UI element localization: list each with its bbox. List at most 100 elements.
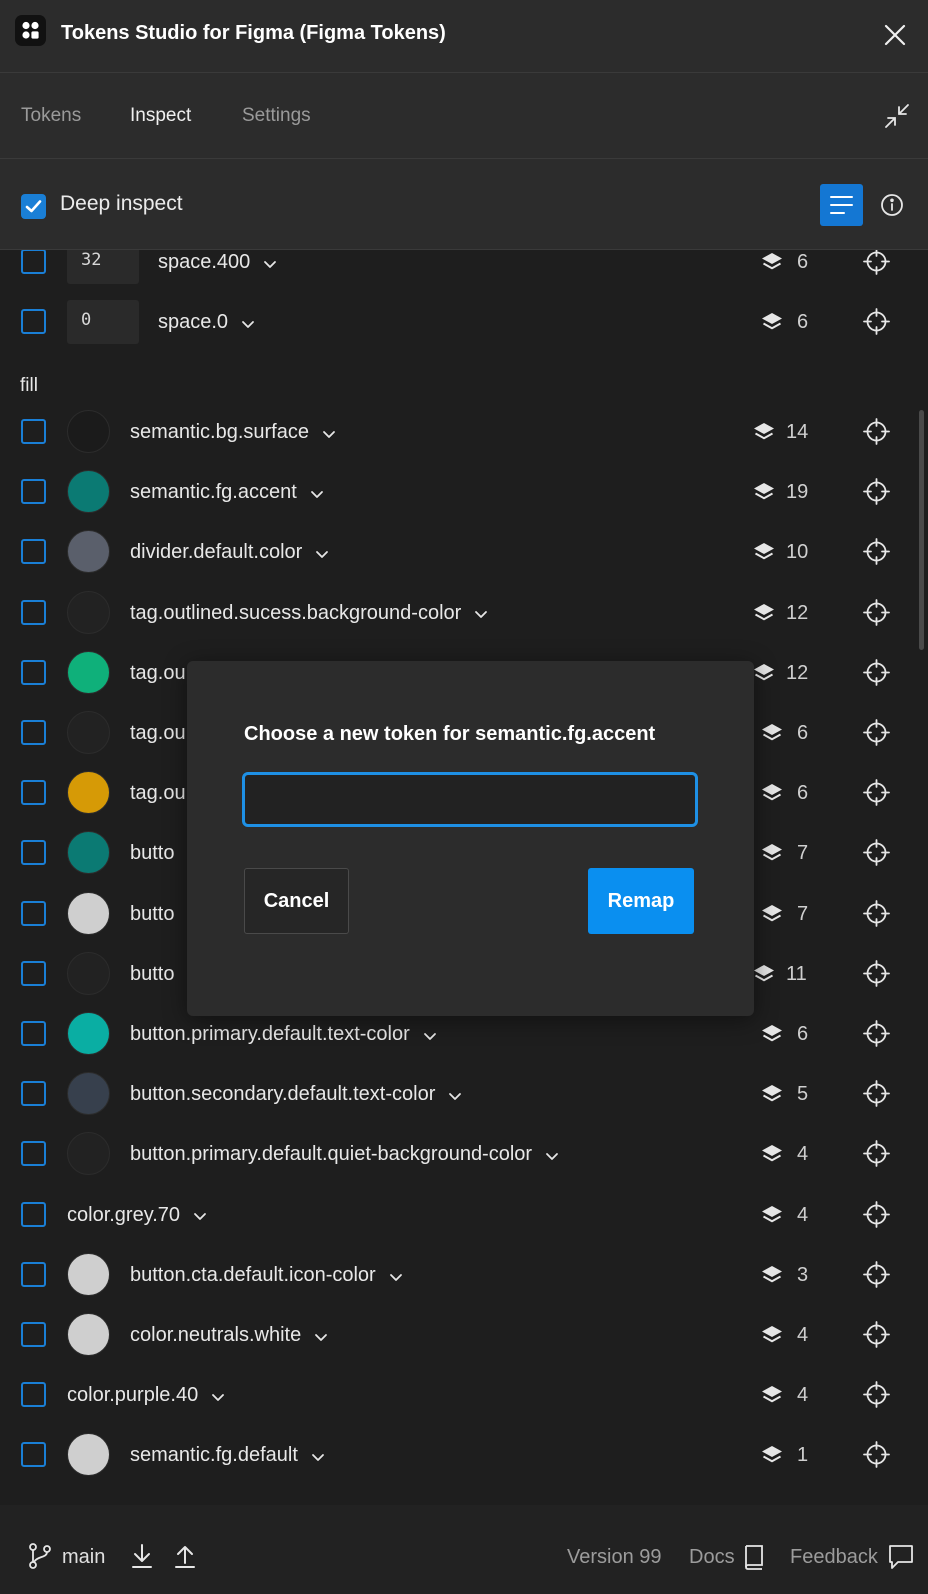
- token-select-checkbox[interactable]: [21, 309, 46, 334]
- token-select-checkbox[interactable]: [21, 539, 46, 565]
- select-layers-target-icon[interactable]: [863, 899, 890, 927]
- select-layers-target-icon[interactable]: [863, 308, 890, 335]
- book-icon[interactable]: [741, 1543, 767, 1571]
- collapse-icon[interactable]: [882, 101, 912, 131]
- token-select-checkbox[interactable]: [21, 1141, 46, 1167]
- token-name[interactable]: semantic.bg.surface: [130, 419, 337, 445]
- select-layers-target-icon[interactable]: [863, 658, 890, 686]
- remap-button[interactable]: Remap: [588, 868, 694, 934]
- token-row[interactable]: color.purple.40 4: [0, 1364, 928, 1424]
- token-select-checkbox[interactable]: [21, 900, 46, 926]
- chevron-down-icon[interactable]: [321, 423, 337, 439]
- feedback-link[interactable]: Feedback: [790, 1545, 878, 1569]
- branch-name[interactable]: main: [62, 1545, 105, 1569]
- token-select-checkbox[interactable]: [21, 1442, 46, 1468]
- token-row[interactable]: tag.outlined.sucess.background-color 12: [0, 582, 928, 642]
- tab-inspect[interactable]: Inspect: [130, 103, 191, 129]
- token-name[interactable]: button.primary.default.text-color: [130, 1021, 438, 1047]
- list-view-icon[interactable]: [820, 184, 863, 226]
- select-layers-target-icon[interactable]: [863, 1381, 890, 1409]
- select-layers-target-icon[interactable]: [863, 1080, 890, 1108]
- git-branch-icon[interactable]: [27, 1542, 53, 1570]
- token-name[interactable]: color.purple.40: [67, 1382, 226, 1408]
- token-name[interactable]: tag.outlined.sucess.background-color: [130, 600, 489, 626]
- tab-settings[interactable]: Settings: [242, 103, 311, 129]
- token-name[interactable]: button.cta.default.icon-color: [130, 1262, 404, 1288]
- token-name[interactable]: button.secondary.default.text-color: [130, 1081, 463, 1107]
- token-name[interactable]: space.0: [158, 309, 256, 335]
- select-layers-target-icon[interactable]: [863, 959, 890, 987]
- token-select-checkbox[interactable]: [21, 479, 46, 505]
- chevron-down-icon[interactable]: [262, 253, 278, 269]
- select-layers-target-icon[interactable]: [863, 1260, 890, 1288]
- token-name[interactable]: semantic.fg.accent: [130, 479, 325, 505]
- chevron-down-icon[interactable]: [210, 1386, 226, 1402]
- chevron-down-icon[interactable]: [240, 313, 256, 329]
- chevron-down-icon[interactable]: [388, 1266, 404, 1282]
- select-layers-target-icon[interactable]: [863, 598, 890, 626]
- select-layers-target-icon[interactable]: [863, 1441, 890, 1469]
- token-name[interactable]: divider.default.color: [130, 539, 330, 565]
- token-select-checkbox[interactable]: [21, 1382, 46, 1408]
- push-icon[interactable]: [172, 1542, 198, 1570]
- token-name[interactable]: space.400: [158, 250, 278, 275]
- token-select-checkbox[interactable]: [21, 599, 46, 625]
- token-select-checkbox[interactable]: [21, 1021, 46, 1046]
- token-select-checkbox[interactable]: [21, 419, 46, 444]
- select-layers-target-icon[interactable]: [863, 418, 890, 445]
- token-row[interactable]: button.primary.default.quiet-background-…: [0, 1123, 928, 1183]
- token-select-checkbox[interactable]: [21, 1261, 46, 1287]
- token-row[interactable]: semantic.fg.accent 19: [0, 461, 928, 521]
- token-row[interactable]: 0 space.0 6: [0, 291, 928, 351]
- token-name[interactable]: color.grey.70: [67, 1202, 208, 1228]
- token-select-checkbox[interactable]: [21, 1081, 46, 1107]
- chevron-down-icon[interactable]: [422, 1025, 438, 1041]
- chevron-down-icon[interactable]: [309, 483, 325, 499]
- chevron-down-icon[interactable]: [544, 1145, 560, 1161]
- select-layers-target-icon[interactable]: [863, 1200, 890, 1228]
- chevron-down-icon[interactable]: [310, 1446, 326, 1462]
- select-layers-target-icon[interactable]: [863, 250, 890, 275]
- tab-tokens[interactable]: Tokens: [21, 103, 81, 129]
- token-select-checkbox[interactable]: [21, 1201, 46, 1227]
- token-row[interactable]: color.grey.70 4: [0, 1184, 928, 1244]
- token-select-checkbox[interactable]: [21, 659, 46, 685]
- token-name[interactable]: color.neutrals.white: [130, 1322, 329, 1348]
- token-row[interactable]: semantic.bg.surface 14: [0, 401, 928, 461]
- token-row[interactable]: divider.default.color 10: [0, 521, 928, 581]
- select-layers-target-icon[interactable]: [863, 1321, 890, 1348]
- scrollbar[interactable]: [919, 410, 924, 650]
- chevron-down-icon[interactable]: [473, 603, 489, 619]
- close-icon[interactable]: [882, 22, 908, 48]
- select-layers-target-icon[interactable]: [863, 779, 890, 807]
- token-row[interactable]: color.neutrals.white 4: [0, 1304, 928, 1364]
- select-layers-target-icon[interactable]: [863, 839, 890, 867]
- chat-icon[interactable]: [887, 1543, 915, 1571]
- deep-inspect-label[interactable]: Deep inspect: [60, 190, 183, 218]
- token-select-checkbox[interactable]: [21, 720, 46, 745]
- cancel-button[interactable]: Cancel: [244, 868, 349, 934]
- chevron-down-icon[interactable]: [192, 1205, 208, 1221]
- token-row[interactable]: button.secondary.default.text-color 5: [0, 1063, 928, 1123]
- info-icon[interactable]: [880, 193, 904, 217]
- chevron-down-icon[interactable]: [314, 543, 330, 559]
- docs-link[interactable]: Docs: [689, 1545, 735, 1569]
- token-row[interactable]: 32 space.400 6: [0, 250, 928, 291]
- token-select-checkbox[interactable]: [21, 840, 46, 866]
- token-select-checkbox[interactable]: [21, 250, 46, 274]
- select-layers-target-icon[interactable]: [863, 1140, 890, 1168]
- token-name[interactable]: semantic.fg.default: [130, 1442, 326, 1468]
- new-token-input[interactable]: [242, 772, 698, 827]
- deep-inspect-checkbox[interactable]: [21, 194, 46, 219]
- chevron-down-icon[interactable]: [447, 1085, 463, 1101]
- select-layers-target-icon[interactable]: [863, 719, 890, 746]
- select-layers-target-icon[interactable]: [863, 478, 890, 506]
- token-name[interactable]: button.primary.default.quiet-background-…: [130, 1141, 560, 1167]
- token-select-checkbox[interactable]: [21, 960, 46, 986]
- select-layers-target-icon[interactable]: [863, 1020, 890, 1047]
- token-row[interactable]: button.cta.default.icon-color 3: [0, 1244, 928, 1304]
- chevron-down-icon[interactable]: [313, 1326, 329, 1342]
- select-layers-target-icon[interactable]: [863, 538, 890, 566]
- token-select-checkbox[interactable]: [21, 780, 46, 806]
- token-row[interactable]: semantic.fg.default 1: [0, 1424, 928, 1484]
